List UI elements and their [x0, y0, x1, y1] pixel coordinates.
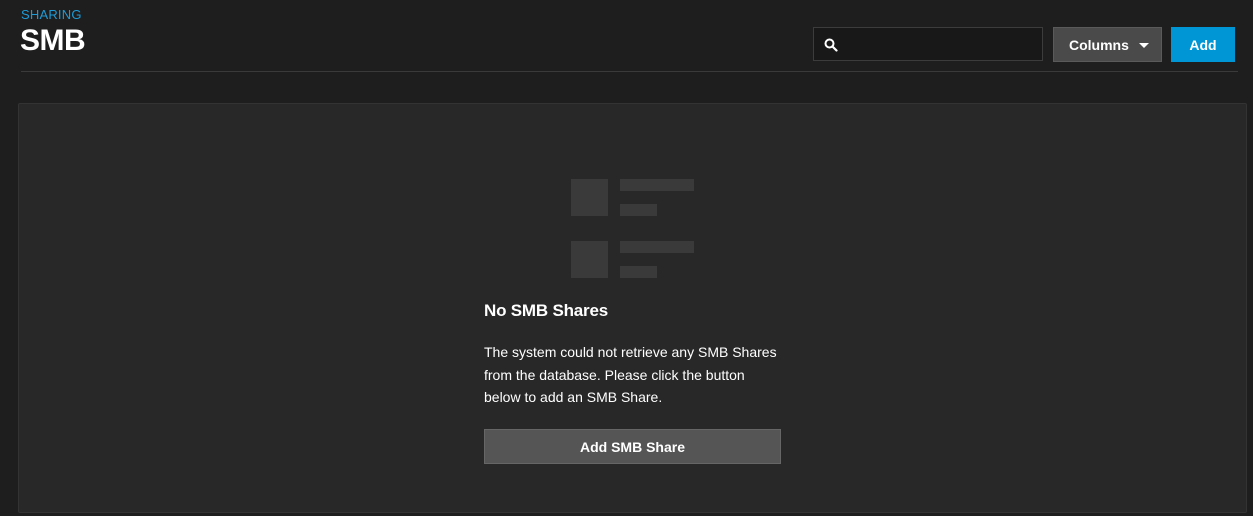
empty-state-title: No SMB Shares	[484, 301, 608, 320]
columns-button-label: Columns	[1069, 36, 1129, 53]
empty-state-message: The system could not retrieve any SMB Sh…	[484, 344, 777, 405]
columns-button[interactable]: Columns	[1053, 27, 1162, 62]
header-divider	[21, 71, 1238, 72]
page-title: SMB	[20, 24, 86, 57]
search-field[interactable]	[813, 27, 1043, 61]
breadcrumb[interactable]: SHARING	[21, 7, 82, 22]
search-icon	[824, 38, 838, 52]
search-input[interactable]	[846, 32, 1040, 58]
caret-down-icon	[1139, 43, 1149, 48]
add-button[interactable]: Add	[1171, 27, 1235, 62]
add-smb-share-button[interactable]: Add SMB Share	[484, 429, 781, 464]
page: SHARING SMB Columns Add No SMB Shares Th…	[0, 0, 1253, 516]
